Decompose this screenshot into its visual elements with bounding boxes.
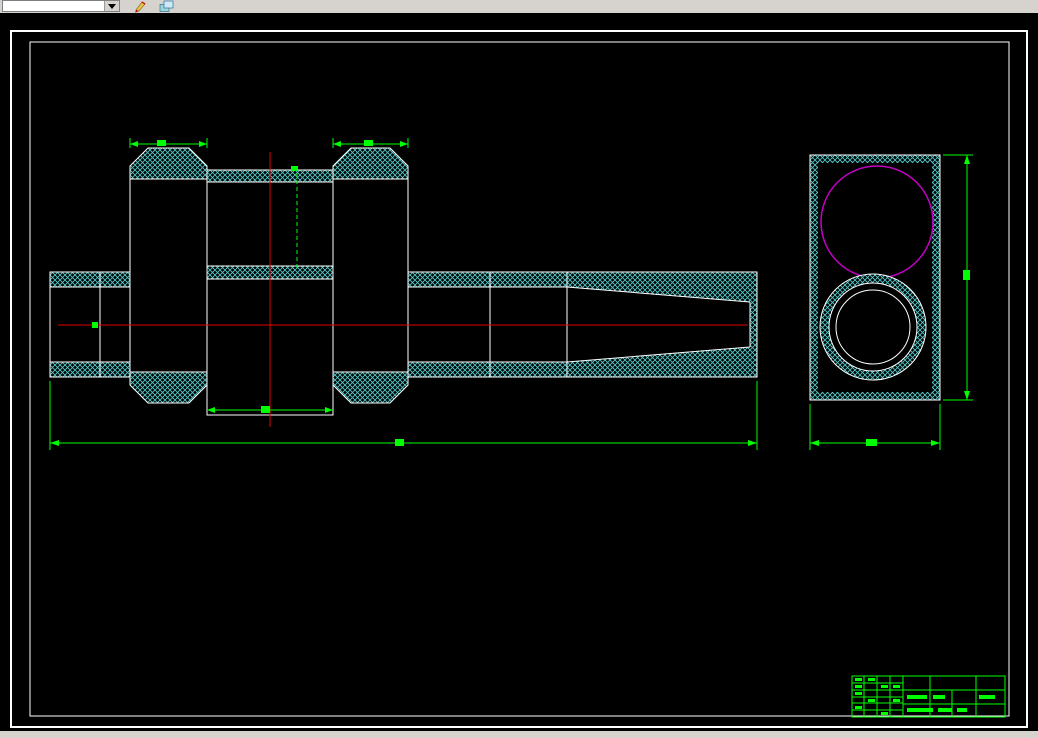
layer-dropdown[interactable]: [2, 0, 120, 12]
toolbar: [0, 0, 1038, 13]
dimension-text-mark: [364, 140, 373, 146]
drawing-canvas[interactable]: [0, 0, 1038, 738]
dimension-text-mark: [963, 270, 970, 280]
dimension-text-mark: [395, 439, 404, 446]
bore-section[interactable]: [819, 273, 927, 381]
grip-point[interactable]: [92, 322, 98, 328]
shaft-end-view[interactable]: [809, 154, 941, 401]
chevron-down-icon[interactable]: [104, 1, 119, 11]
layer-sheets-icon[interactable]: [158, 0, 176, 13]
draw-order-icon[interactable]: [133, 0, 151, 13]
dimension-text-mark: [866, 439, 877, 446]
dimension-text-mark: [261, 406, 270, 413]
dimension-text-mark: [291, 166, 298, 171]
dimension-text-mark: [157, 140, 166, 146]
